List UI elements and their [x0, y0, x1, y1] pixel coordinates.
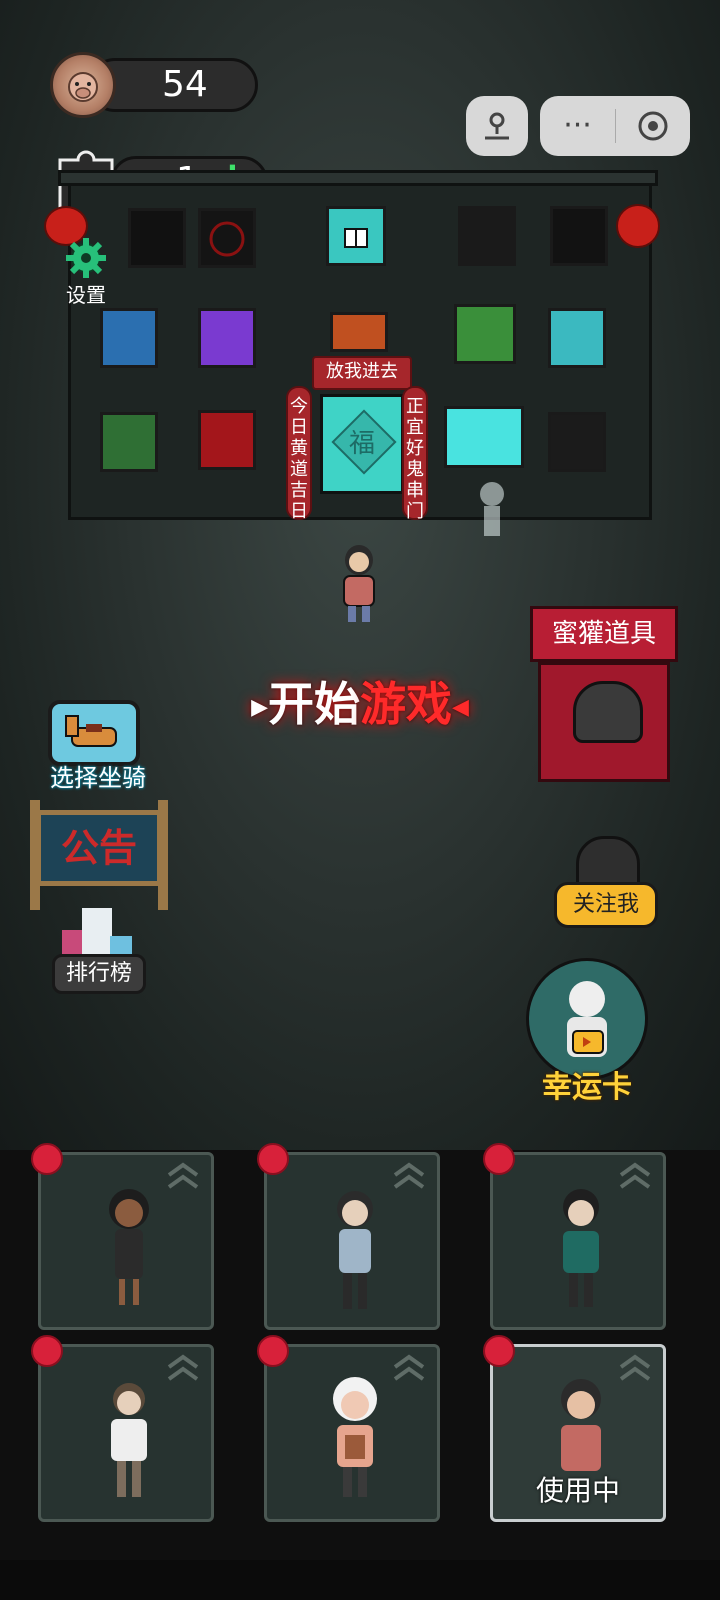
fu-char: 福: [348, 429, 375, 459]
window: [128, 208, 186, 268]
couplet-right-text: 正宜好鬼串门: [406, 396, 424, 522]
badger-icon: [573, 681, 643, 743]
upgrade-chevron-icon: [619, 1162, 651, 1189]
character-card[interactable]: [257, 1335, 440, 1522]
gear-icon: [66, 238, 106, 278]
building-roof: [58, 170, 658, 186]
couplet-right: 正宜好鬼串门: [402, 386, 428, 522]
lantern-right-icon: [616, 204, 660, 248]
window-glow: [444, 406, 524, 468]
start-white-text: 开始: [268, 677, 360, 731]
coin-counter: 54: [50, 52, 260, 118]
boy-glasses-blue-figure: [337, 1191, 373, 1309]
girl-dark-dress-figure: [109, 1189, 149, 1305]
horse-icon: [65, 715, 117, 747]
notification-dot: [257, 1335, 289, 1367]
upgrade-chevron-icon: [393, 1162, 425, 1189]
window-red-seal: [198, 208, 256, 268]
character-panel: 使用中: [0, 1143, 720, 1600]
window: [548, 412, 606, 472]
upgrade-chevron-icon: [167, 1162, 199, 1189]
notification-dot: [483, 1143, 515, 1175]
glowing-door[interactable]: 福: [320, 394, 404, 494]
arrow-left-icon: ◀: [452, 695, 469, 720]
window-green-vines: [454, 304, 516, 364]
window-monster: [330, 312, 388, 352]
character-card[interactable]: [257, 1143, 440, 1330]
upgrade-chevron-icon: [393, 1354, 425, 1381]
window-red-figure: [198, 410, 256, 470]
lucky-card-label: 幸运卡: [542, 1070, 632, 1105]
notification-dot: [31, 1335, 63, 1367]
shop-booth: [538, 662, 670, 782]
notice-board-button[interactable]: 公告: [30, 800, 168, 914]
settings-label: 设置: [66, 283, 106, 307]
couplet-left-text: 今日黄道吉日: [290, 396, 308, 522]
mount-card: [48, 700, 140, 766]
select-mount-button[interactable]: 选择坐骑: [44, 700, 148, 796]
start-red-text: 游戏: [360, 677, 452, 731]
share-button[interactable]: [466, 96, 528, 156]
man-beard-green-figure: [563, 1189, 599, 1307]
couplet-left: 今日黄道吉日: [286, 386, 312, 522]
character-card[interactable]: [31, 1335, 214, 1522]
leaderboard-label: 排行榜: [52, 954, 146, 994]
haunted-building: 福: [58, 160, 658, 540]
mount-label: 选择坐骑: [50, 764, 146, 792]
notification-dot: [257, 1143, 289, 1175]
leaderboard-button[interactable]: 排行榜: [52, 908, 146, 1000]
honey-badger-shop[interactable]: 蜜獾道具: [530, 606, 678, 782]
arrow-right-icon: ▶: [251, 695, 268, 720]
system-nav-bar: [0, 1560, 720, 1600]
player-character: [334, 540, 384, 626]
notice-label: 公告: [36, 810, 162, 886]
door-sign: 放我进去: [312, 356, 412, 390]
capsule-menu: ···: [540, 96, 690, 156]
girl-white-shirt-figure: [111, 1383, 147, 1497]
start-game-label: ▶开始游戏◀: [220, 668, 500, 734]
character-card-active[interactable]: 使用中: [483, 1335, 666, 1522]
lucky-card-button[interactable]: 幸运卡: [524, 958, 650, 1106]
window-teal: [548, 308, 606, 368]
window-blue-ghost: [100, 308, 158, 368]
grandma-white-hair-figure: [333, 1377, 377, 1497]
window-gift: [326, 206, 386, 266]
character-card[interactable]: [483, 1143, 666, 1330]
window: [550, 206, 608, 266]
settings-button[interactable]: 设置: [56, 236, 116, 308]
upgrade-chevron-icon: [619, 1354, 651, 1381]
character-card[interactable]: [31, 1143, 214, 1330]
start-game-button[interactable]: ▶开始游戏◀: [220, 668, 500, 732]
notification-dot: [31, 1143, 63, 1175]
status-bar: [0, 0, 720, 12]
coin-value: 54: [162, 64, 208, 105]
window-green-hands: [100, 412, 158, 472]
grandma-icon: [567, 981, 607, 1057]
notification-dot: [483, 1335, 515, 1367]
close-target-icon[interactable]: [616, 109, 690, 143]
upgrade-chevron-icon: [167, 1354, 199, 1381]
in-use-label: 使用中: [535, 1474, 620, 1507]
window-lights: [458, 206, 516, 266]
shop-sign: 蜜獾道具: [530, 606, 678, 662]
joystick-icon: [485, 112, 509, 140]
follow-label: 关注我: [554, 882, 658, 928]
ghost-cat: [470, 478, 514, 544]
follow-button[interactable]: 关注我: [554, 832, 658, 932]
window-purple: [198, 308, 256, 368]
more-icon[interactable]: ···: [541, 111, 615, 141]
game-scene: 54 1 + ···: [0, 0, 720, 1150]
pig-coin-icon: [50, 52, 116, 118]
